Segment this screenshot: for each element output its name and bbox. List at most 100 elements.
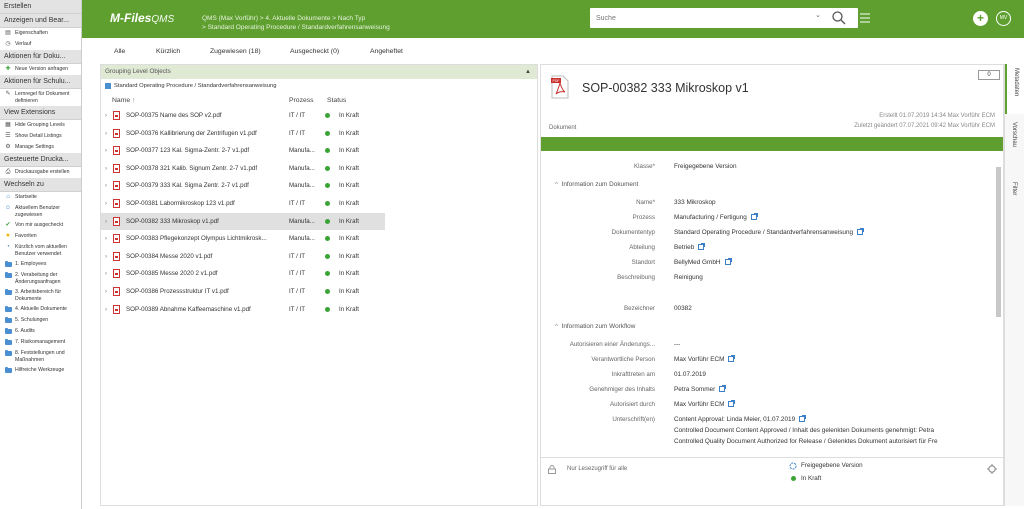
tab-metadaten[interactable]: Metadaten bbox=[1005, 64, 1024, 114]
expand-chevron-icon[interactable]: › bbox=[105, 218, 107, 225]
field-value-gen[interactable]: Petra Sommer bbox=[674, 385, 727, 393]
grouping-subheader[interactable]: Standard Operating Procedure / Standardv… bbox=[101, 79, 537, 93]
field-value-name[interactable]: 333 Mikroskop bbox=[674, 199, 716, 206]
section-header[interactable]: Erstellen bbox=[0, 0, 81, 14]
field-value-doktyp[interactable]: Standard Operating Procedure / Standardv… bbox=[674, 228, 865, 236]
table-row[interactable]: › SOP-00375 Name des SOP v2.pdf IT / IT In … bbox=[101, 107, 537, 125]
task-item[interactable]: ▤ Eigenschaften bbox=[0, 28, 81, 39]
expand-chevron-icon[interactable]: › bbox=[105, 235, 107, 242]
tab-ausgecheckt[interactable]: Ausgecheckt (0) bbox=[278, 44, 360, 60]
field-value-inkr[interactable]: 01.07.2019 bbox=[674, 371, 706, 378]
external-link-icon[interactable] bbox=[857, 228, 865, 235]
search-input[interactable] bbox=[596, 11, 796, 25]
expand-chevron-icon[interactable]: › bbox=[105, 288, 107, 295]
task-item[interactable]: ★ Favoriten bbox=[0, 231, 81, 242]
external-link-icon[interactable] bbox=[698, 243, 706, 250]
column-process[interactable]: Prozess bbox=[289, 97, 314, 104]
external-link-icon[interactable] bbox=[719, 385, 727, 392]
breadcrumb-line1[interactable]: QMS (Max Vorführ) > 4. Aktuelle Dokument… bbox=[202, 14, 390, 23]
external-link-icon[interactable] bbox=[750, 213, 758, 220]
task-item[interactable]: 7. Risikomanagement bbox=[0, 337, 81, 348]
task-item[interactable]: ✎ Lernregel für Dokument definieren bbox=[0, 89, 81, 106]
target-icon[interactable] bbox=[987, 464, 997, 474]
advanced-search-icon[interactable] bbox=[858, 11, 872, 25]
search-icon[interactable] bbox=[831, 10, 847, 26]
field-value-klasse[interactable]: Freigegebene Version bbox=[674, 163, 737, 170]
expand-chevron-icon[interactable]: › bbox=[105, 253, 107, 260]
field-value-verant[interactable]: Max Vorführ ECM bbox=[674, 355, 736, 363]
table-row[interactable]: › SOP-00378 321 Kalib. Signum Zentr. 2-7 … bbox=[101, 160, 537, 178]
breadcrumb-line2[interactable]: > Standard Operating Procedure / Standar… bbox=[202, 23, 390, 32]
section-header[interactable]: Aktionen für Schulu... bbox=[0, 75, 81, 89]
table-row[interactable]: › SOP-00379 333 Kal. Sigma Zentr. 2-7 v1.… bbox=[101, 177, 537, 195]
create-button[interactable]: + bbox=[973, 11, 988, 26]
avatar[interactable]: MV bbox=[996, 11, 1011, 26]
table-row[interactable]: › SOP-00383 Pflegekonzept Olympus Lichtmi… bbox=[101, 230, 537, 248]
column-name[interactable]: Name ↑ bbox=[112, 97, 135, 104]
expand-chevron-icon[interactable]: › bbox=[105, 306, 107, 313]
section-header[interactable]: Wechseln zu bbox=[0, 178, 81, 192]
field-value-beschr[interactable]: Reinigung bbox=[674, 274, 703, 281]
expand-chevron-icon[interactable]: › bbox=[105, 112, 107, 119]
table-row[interactable]: › SOP-00382 333 Mikroskop v1.pdf Manufa...… bbox=[101, 212, 385, 231]
field-value-abt[interactable]: Betrieb bbox=[674, 243, 706, 251]
task-item[interactable]: ⌂ Startseite bbox=[0, 192, 81, 203]
task-item[interactable]: ✔ Von mir ausgecheckt bbox=[0, 220, 81, 231]
workflow-state[interactable]: In Kraft bbox=[801, 475, 821, 482]
table-row[interactable]: › SOP-00377 123 Kal. Sigma-Zentr. 2-7 v1.… bbox=[101, 142, 537, 160]
task-item[interactable]: Hilfreiche Werkzeuge bbox=[0, 365, 81, 376]
table-row[interactable]: › SOP-00384 Messe 2020 v1.pdf IT / IT In Kr… bbox=[101, 248, 537, 266]
task-item[interactable]: ⎙ Druckausgabe erstellen bbox=[0, 167, 81, 178]
field-value-bez[interactable]: 00382 bbox=[674, 305, 692, 312]
task-item[interactable]: 3. Arbeitsbereich für Dokumente bbox=[0, 287, 81, 304]
task-item[interactable]: ☰ Show Detail Listings bbox=[0, 131, 81, 142]
field-value-unt_v1[interactable]: Content Approval: Linda Meier, 01.07.201… bbox=[674, 415, 807, 423]
external-link-icon[interactable] bbox=[728, 400, 736, 407]
field-value-stand[interactable]: BellyMed GmbH bbox=[674, 258, 732, 266]
app-logo[interactable]: M-FilesQMS bbox=[110, 11, 174, 25]
comment-count[interactable]: 0 bbox=[978, 70, 1000, 80]
task-item[interactable]: 4. Aktuelle Dokumente bbox=[0, 304, 81, 315]
tab-vorschau[interactable]: Vorschau bbox=[1005, 118, 1024, 168]
task-item[interactable]: 8. Feststellungen und Maßnahmen bbox=[0, 348, 81, 365]
external-link-icon[interactable] bbox=[724, 258, 732, 265]
external-link-icon[interactable] bbox=[728, 355, 736, 362]
expand-chevron-icon[interactable]: › bbox=[105, 130, 107, 137]
breadcrumb[interactable]: QMS (Max Vorführ) > 4. Aktuelle Dokument… bbox=[202, 14, 390, 32]
field-value-prozess[interactable]: Manufacturing / Fertigung bbox=[674, 213, 758, 221]
tab-kuerzlich[interactable]: Kürzlich bbox=[142, 44, 198, 60]
field-value-autd[interactable]: Max Vorführ ECM bbox=[674, 400, 736, 408]
task-item[interactable]: ◔ Kürzlich vom aktuellen Benutzer verwend… bbox=[0, 242, 81, 259]
field-value-unt_v2[interactable]: Controlled Document Content Approved / I… bbox=[674, 427, 934, 434]
expand-chevron-icon[interactable]: › bbox=[105, 147, 107, 154]
table-row[interactable]: › SOP-00385 Messe 2020 2 v1.pdf IT / IT In … bbox=[101, 265, 537, 283]
section-sec2[interactable]: ^ Information zum Workflow bbox=[555, 323, 635, 330]
scrollbar[interactable] bbox=[996, 167, 1001, 317]
table-row[interactable]: › SOP-00389 Abnahme Kaffeemaschine v1.pdf… bbox=[101, 301, 537, 319]
task-item[interactable]: 5. Schulungen bbox=[0, 315, 81, 326]
external-link-icon[interactable] bbox=[799, 415, 807, 422]
task-item[interactable]: 6. Audits bbox=[0, 326, 81, 337]
table-row[interactable]: › SOP-00381 Labormikroskop 123 v1.pdf IT /… bbox=[101, 195, 537, 213]
tab-angeheftet[interactable]: Angeheftet bbox=[360, 44, 420, 60]
workflow-label[interactable]: Freigegebene Version bbox=[801, 462, 863, 469]
tab-filter[interactable]: Filter bbox=[1005, 178, 1024, 228]
expand-chevron-icon[interactable]: › bbox=[105, 270, 107, 277]
section-header[interactable]: Aktionen für Doku... bbox=[0, 50, 81, 64]
section-header[interactable]: View Extensions bbox=[0, 106, 81, 120]
section-header[interactable]: Gesteuerte Drucka... bbox=[0, 153, 81, 167]
task-item[interactable]: 1. Employees bbox=[0, 259, 81, 270]
task-item[interactable]: ✚ Neue Version anfragen bbox=[0, 64, 81, 75]
task-item[interactable]: ☺ Aktuellem Benutzer zugewiesen bbox=[0, 203, 81, 220]
expand-chevron-icon[interactable]: › bbox=[105, 200, 107, 207]
tab-alle[interactable]: Alle bbox=[100, 44, 142, 60]
task-item[interactable]: ▦ Hide Grouping Levels bbox=[0, 120, 81, 131]
tab-zugewiesen[interactable]: Zugewiesen (18) bbox=[198, 44, 278, 60]
table-row[interactable]: › SOP-00386 Prozessstruktur IT v1.pdf IT /… bbox=[101, 283, 537, 301]
expand-chevron-icon[interactable]: › bbox=[105, 165, 107, 172]
task-item[interactable]: ◷ Verlauf bbox=[0, 39, 81, 50]
field-value-auto[interactable]: --- bbox=[674, 341, 680, 348]
collapse-icon[interactable]: ▲ bbox=[525, 65, 531, 79]
task-item[interactable]: ⚙ Manage Settings bbox=[0, 142, 81, 153]
field-value-unt_v3[interactable]: Controlled Quality Document Authorized f… bbox=[674, 438, 938, 445]
